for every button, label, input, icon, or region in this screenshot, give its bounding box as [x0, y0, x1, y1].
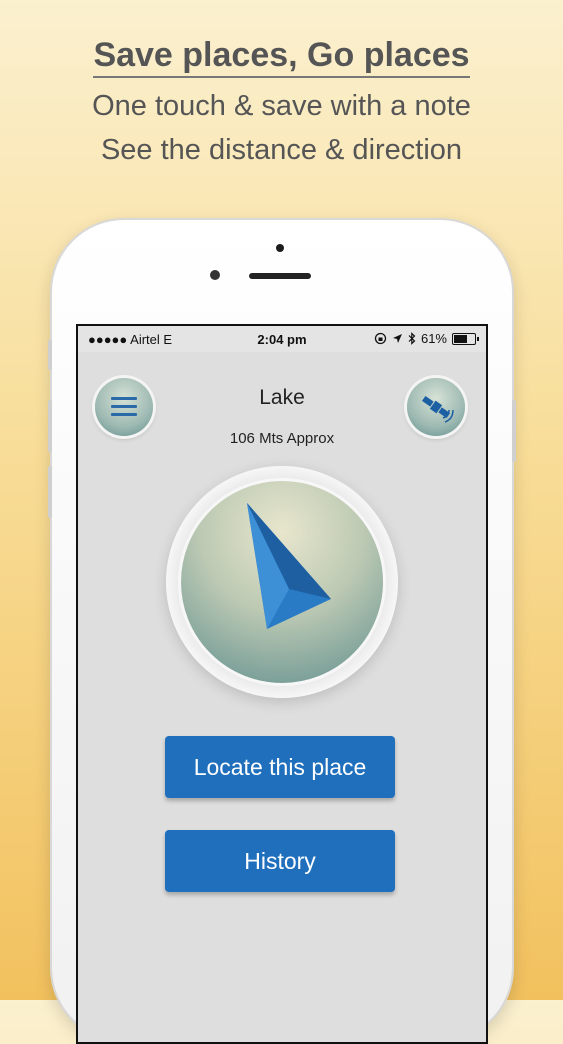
earpiece-speaker	[249, 273, 311, 279]
place-name: Lake	[259, 386, 305, 409]
power-button	[512, 400, 516, 462]
front-camera	[210, 270, 220, 280]
volume-up-button	[48, 400, 52, 452]
locate-this-place-button[interactable]: Locate this place	[165, 736, 395, 798]
compass	[166, 466, 398, 698]
proximity-sensor	[276, 244, 284, 252]
mute-switch	[48, 340, 52, 370]
navigation-arrow-icon	[247, 503, 331, 629]
battery-percent: 61%	[420, 331, 447, 346]
phone-frame: ●●●●● Airtel E 2:04 pm 61% Lake 106 Mts …	[48, 220, 516, 1044]
app-screen: ●●●●● Airtel E 2:04 pm 61% Lake 106 Mts …	[76, 324, 488, 1044]
compass-dial	[178, 478, 386, 686]
promo-line-1: One touch & save with a note	[92, 90, 471, 122]
status-icons: 61%	[374, 331, 479, 346]
battery-icon	[452, 332, 479, 345]
bluetooth-icon	[408, 332, 416, 345]
history-button[interactable]: History	[165, 830, 395, 892]
status-bar: ●●●●● Airtel E 2:04 pm 61%	[78, 326, 486, 352]
location-arrow-icon	[392, 334, 402, 343]
promo-headline: Save places, Go places	[0, 36, 563, 78]
lock-rotation-icon	[374, 332, 387, 345]
distance-label: 106 Mts Approx	[229, 430, 335, 447]
volume-down-button	[48, 466, 52, 518]
promo-line-2: See the distance & direction	[100, 134, 463, 166]
